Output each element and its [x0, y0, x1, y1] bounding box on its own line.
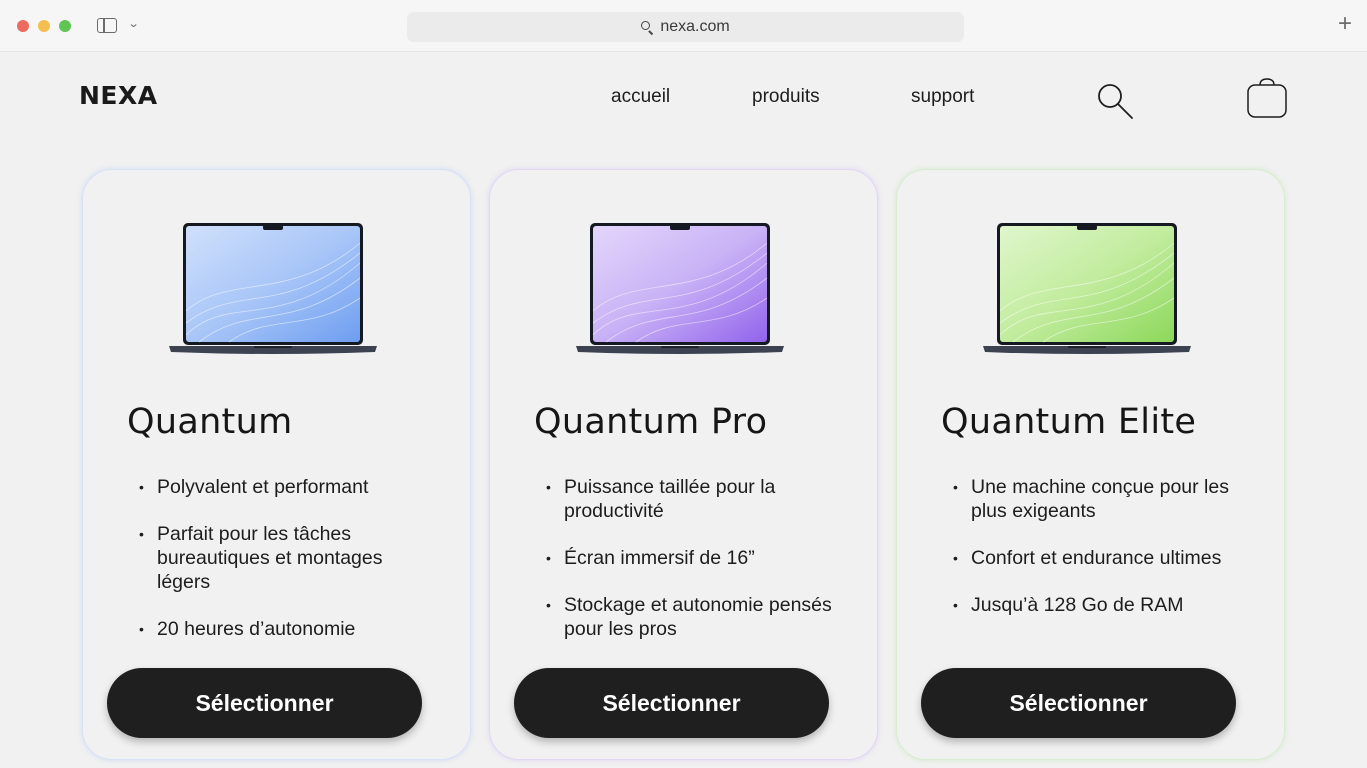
product-card-quantum-pro: Quantum Pro Puissance taillée pour la pr…	[489, 169, 878, 760]
product-title: Quantum	[127, 402, 293, 442]
feature-item: Une machine conçue pour les plus exigean…	[953, 475, 1253, 523]
feature-list: Polyvalent et performant Parfait pour le…	[139, 475, 439, 664]
address-bar[interactable]: nexa.com	[407, 12, 964, 42]
feature-list: Une machine conçue pour les plus exigean…	[953, 475, 1253, 640]
select-button-quantum[interactable]: Sélectionner	[107, 668, 422, 738]
feature-list: Puissance taillée pour la productivité É…	[546, 475, 846, 664]
nav-link-accueil[interactable]: accueil	[611, 86, 670, 108]
search-icon	[1098, 84, 1133, 119]
search-button[interactable]	[1097, 83, 1135, 121]
product-card-quantum-elite: Quantum Elite Une machine conçue pour le…	[896, 169, 1285, 760]
feature-item: Jusqu’à 128 Go de RAM	[953, 593, 1253, 617]
product-card-quantum: Quantum Polyvalent et performant Parfait…	[82, 169, 471, 760]
chevron-down-icon[interactable]: ⌄	[128, 17, 140, 30]
feature-item: Confort et endurance ultimes	[953, 546, 1253, 570]
select-button-quantum-pro[interactable]: Sélectionner	[514, 668, 829, 738]
product-title: Quantum Elite	[941, 402, 1197, 442]
shopping-bag-icon	[1247, 78, 1287, 118]
feature-item: Stockage et autonomie pensés pour les pr…	[546, 593, 846, 641]
laptop-image	[983, 223, 1191, 354]
laptop-image	[169, 223, 377, 354]
nav-link-support[interactable]: support	[911, 86, 974, 108]
feature-item: Puissance taillée pour la productivité	[546, 475, 846, 523]
site-logo[interactable]: NEXA	[79, 81, 158, 110]
search-icon	[641, 20, 654, 35]
close-window-button[interactable]	[17, 20, 29, 32]
product-title: Quantum Pro	[534, 402, 768, 442]
sidebar-toggle-icon[interactable]	[97, 18, 117, 33]
new-tab-button[interactable]: +	[1338, 10, 1352, 38]
select-button-quantum-elite[interactable]: Sélectionner	[921, 668, 1236, 738]
browser-toolbar: ⌄ nexa.com +	[0, 0, 1367, 52]
feature-item: Polyvalent et performant	[139, 475, 439, 499]
url-text: nexa.com	[660, 18, 730, 35]
nav-link-produits[interactable]: produits	[752, 86, 820, 108]
laptop-image	[576, 223, 784, 354]
minimize-window-button[interactable]	[38, 20, 50, 32]
feature-item: Parfait pour les tâches bureautiques et …	[139, 522, 439, 594]
shopping-bag-button[interactable]	[1246, 77, 1288, 119]
feature-item: Écran immersif de 16”	[546, 546, 846, 570]
feature-item: 20 heures d’autonomie	[139, 617, 439, 641]
zoom-window-button[interactable]	[59, 20, 71, 32]
